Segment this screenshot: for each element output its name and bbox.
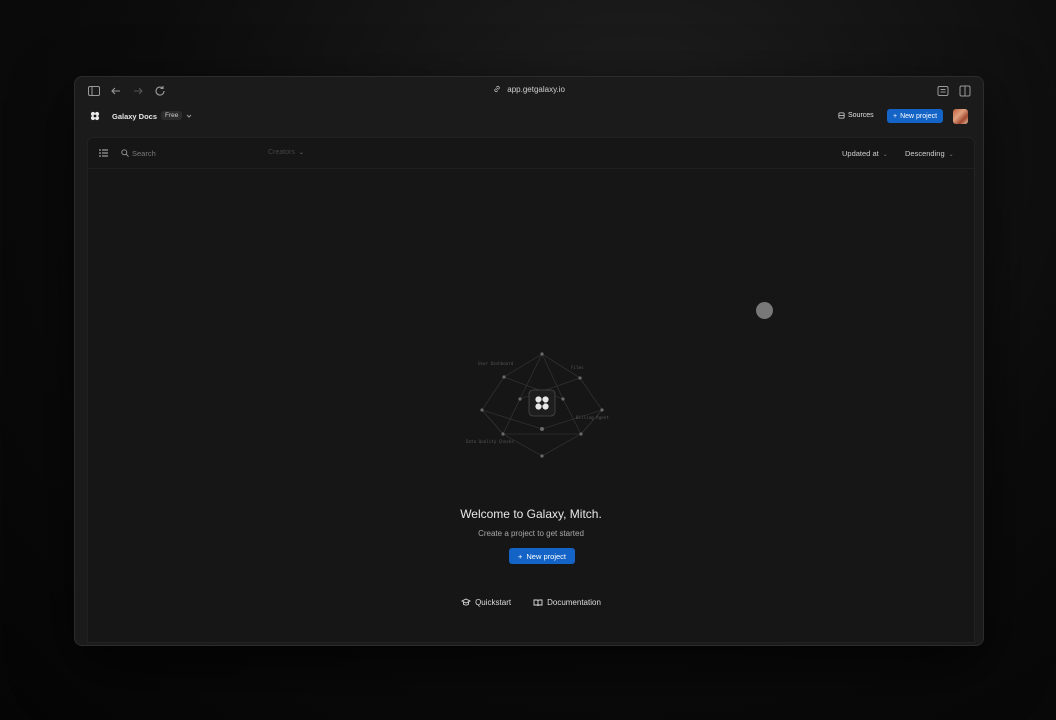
welcome-heading: Welcome to Galaxy, Mitch. [460,507,602,521]
sources-button[interactable]: Sources [838,112,874,119]
sort-order-dropdown[interactable]: Descending ⌄ [905,149,954,158]
database-icon [838,112,845,119]
graphic-label: Billing Agent [576,415,609,420]
url-text: app.getgalaxy.io [507,85,565,94]
documentation-label: Documentation [547,598,601,607]
documentation-link[interactable]: Documentation [533,598,601,607]
graphic-label: Data Quality Checks [466,439,514,444]
list-view-icon[interactable] [99,149,108,157]
graduation-cap-icon [461,598,472,606]
sort-order-label: Descending [905,149,945,158]
sources-label: Sources [848,112,874,119]
main-content: Creators⌄ Updated at⌄ Descending⌄ [87,137,975,643]
browser-window: app.getgalaxy.io Galaxy Docs Free Source… [74,76,984,646]
search-input[interactable] [132,146,252,160]
quickstart-label: Quickstart [475,598,512,607]
creators-filter-label: Creators [268,149,295,156]
book-icon [533,599,543,607]
sort-field-label: Updated at [842,149,879,158]
mouse-cursor [756,302,773,319]
chevron-down-icon: ⌄ [948,152,954,158]
empty-state-network-graphic: User Dashboard Films Billing Agent Data … [466,352,609,458]
new-project-button[interactable]: + New project [509,548,575,564]
reader-mode-icon[interactable] [936,84,950,98]
galaxy-logo-icon[interactable] [90,111,100,121]
plan-badge: Free [161,111,183,120]
new-project-label: New project [526,551,566,561]
link-icon [494,85,500,93]
plus-icon: + [893,112,898,120]
workspace-name[interactable]: Galaxy Docs [112,112,157,121]
search-icon [121,149,129,157]
new-project-label: New project [900,112,938,120]
avatar[interactable] [953,109,968,124]
welcome-subtitle: Create a project to get started [478,529,584,538]
split-view-icon[interactable] [958,84,972,98]
chevron-down-icon: ⌄ [882,152,888,158]
plus-icon: + [518,551,523,561]
new-project-button-header[interactable]: + New project [887,109,944,123]
graphic-label: User Dashboard [478,361,514,366]
browser-toolbar: app.getgalaxy.io [75,77,983,105]
quickstart-link[interactable]: Quickstart [461,598,511,607]
graphic-label: Films [571,365,584,370]
app-header: Galaxy Docs Free Sources + New project [75,105,983,129]
help-links: Quickstart Documentation [88,598,974,607]
address-bar[interactable]: app.getgalaxy.io [75,85,983,94]
sort-field-dropdown[interactable]: Updated at ⌄ [842,149,888,158]
creators-filter[interactable]: Creators ⌄ [268,149,304,156]
chevron-down-icon[interactable] [185,112,193,120]
projects-toolbar: Creators⌄ Updated at⌄ Descending⌄ [88,138,974,169]
chevron-down-icon: ⌄ [298,150,304,156]
